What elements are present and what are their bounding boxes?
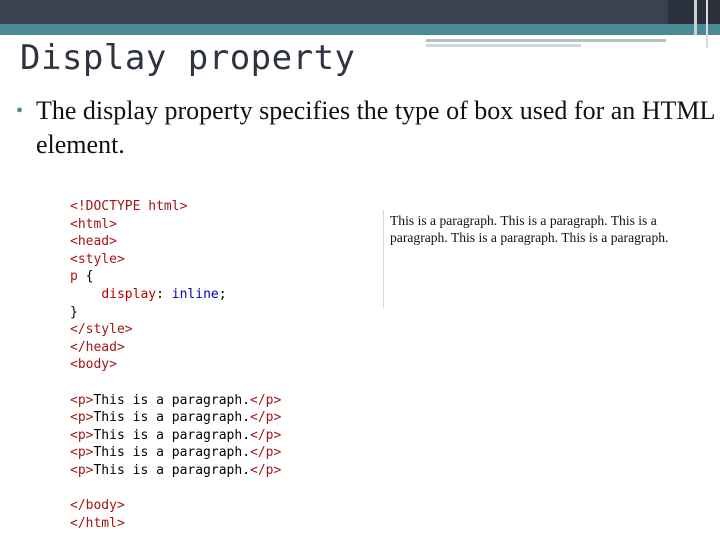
code-token: </body>	[70, 498, 125, 514]
code-token: </p>	[250, 427, 282, 443]
slide-title: Display property	[20, 38, 356, 78]
header-accent-band	[0, 24, 720, 35]
code-token: p	[70, 269, 78, 285]
code-token: This is a paragraph.	[93, 462, 251, 478]
code-token: </style>	[70, 322, 133, 338]
code-line: </html>	[70, 515, 281, 533]
code-line: <p>This is a paragraph.</p>	[70, 409, 281, 427]
code-token: <head>	[70, 234, 117, 250]
code-token: </p>	[250, 410, 282, 426]
header-decor-line	[694, 0, 697, 35]
code-line: </style>	[70, 321, 281, 339]
code-token: </head>	[70, 339, 125, 355]
rendered-output: This is a paragraph. This is a paragraph…	[390, 213, 669, 245]
bullet-marker: •	[16, 100, 24, 122]
output-divider	[383, 210, 384, 308]
code-line: <p>This is a paragraph.</p>	[70, 427, 281, 445]
header-band	[0, 0, 720, 24]
code-token: <p>	[70, 462, 94, 478]
code-token: ;	[218, 286, 227, 302]
code-line: <body>	[70, 356, 281, 374]
code-line: display: inline;	[70, 286, 281, 304]
code-line: <head>	[70, 233, 281, 251]
code-line: </body>	[70, 497, 281, 515]
code-line: </head>	[70, 339, 281, 357]
code-token: <body>	[70, 357, 117, 373]
code-token: <!DOCTYPE html>	[70, 199, 188, 214]
code-token: :	[156, 286, 172, 302]
code-token: This is a paragraph.	[93, 427, 251, 443]
code-line: <!DOCTYPE html>	[70, 198, 281, 216]
code-token: <p>	[70, 445, 94, 461]
code-token: </p>	[250, 392, 282, 408]
code-line: <html>	[70, 216, 281, 234]
code-token: }	[70, 304, 78, 320]
bullet-text: The display property specifies the type …	[36, 96, 715, 159]
code-token: inline	[171, 286, 219, 302]
header-decor-line	[706, 0, 708, 48]
code-token: <style>	[70, 251, 125, 267]
title-decor-line	[426, 44, 581, 47]
code-token: <p>	[70, 392, 94, 408]
code-token: This is a paragraph.	[93, 392, 251, 408]
code-token: This is a paragraph.	[93, 445, 251, 461]
code-token: <p>	[70, 410, 94, 426]
code-token: </html>	[70, 515, 125, 531]
title-decor-line	[426, 39, 666, 42]
code-token: <p>	[70, 427, 94, 443]
code-token: {	[77, 269, 94, 285]
code-line: <p>This is a paragraph.</p>	[70, 462, 281, 480]
code-token: </p>	[250, 462, 282, 478]
code-token: display	[101, 286, 157, 302]
code-line: <style>	[70, 251, 281, 269]
code-token: <html>	[70, 216, 117, 232]
code-example: <!DOCTYPE html> <html> <head> <style> p { di…	[70, 198, 281, 532]
code-line: <p>This is a paragraph.</p>	[70, 444, 281, 462]
code-token: This is a paragraph.	[93, 410, 251, 426]
code-line: }	[70, 304, 281, 322]
code-token: </p>	[250, 445, 282, 461]
code-line: <p>This is a paragraph.</p>	[70, 392, 281, 410]
code-line: p {	[70, 268, 281, 286]
